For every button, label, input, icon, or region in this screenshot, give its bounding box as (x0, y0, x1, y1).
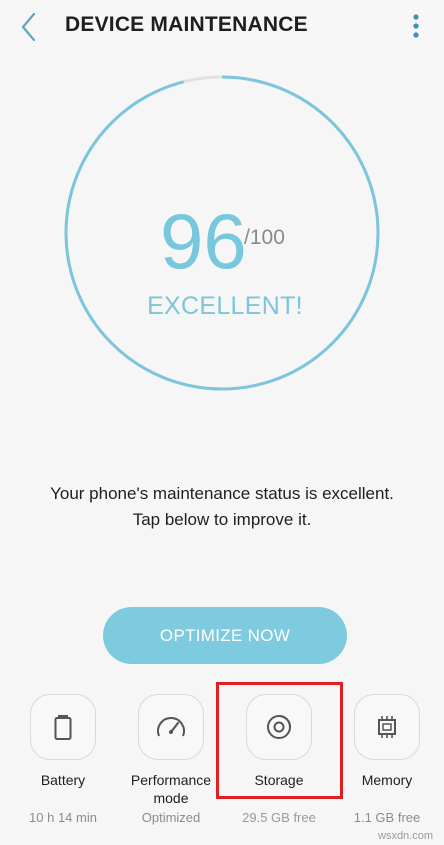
performance-mode-item[interactable]: Performance mode Optimized (118, 694, 229, 834)
memory-icon-tile[interactable] (354, 694, 420, 760)
storage-highlight-box (216, 682, 343, 799)
score-status: EXCELLENT! (147, 292, 303, 320)
memory-label: Memory (361, 772, 413, 788)
memory-chip-icon (378, 716, 396, 738)
battery-icon-tile[interactable] (30, 694, 96, 760)
score-value: 96 (160, 197, 247, 285)
performance-icon-tile[interactable] (138, 694, 204, 760)
speedometer-icon (157, 717, 185, 737)
status-message-line1: Your phone's maintenance status is excel… (50, 484, 394, 503)
score-max: /100 (244, 226, 285, 249)
status-message-line2: Tap below to improve it. (132, 510, 312, 529)
storage-value: 29.5 GB free (242, 810, 316, 825)
watermark: wsxdn.com (378, 830, 434, 842)
device-maintenance-screen: DEVICE MAINTENANCE 96 /100 EXCELLENT! Yo… (0, 0, 444, 845)
memory-value: 1.1 GB free (353, 810, 421, 825)
performance-mode-value: Optimized (141, 810, 201, 825)
memory-item[interactable]: Memory 1.1 GB free (334, 694, 444, 834)
status-message: Your phone's maintenance status is excel… (0, 481, 444, 533)
performance-mode-label: Performance mode (130, 772, 212, 806)
battery-item[interactable]: Battery 10 h 14 min (10, 694, 121, 834)
battery-value: 10 h 14 min (29, 810, 97, 825)
optimize-now-button[interactable]: OPTIMIZE NOW (103, 607, 347, 664)
score-gauge: 96 /100 EXCELLENT! (0, 0, 444, 440)
battery-label: Battery (40, 772, 86, 788)
battery-icon (54, 715, 72, 740)
